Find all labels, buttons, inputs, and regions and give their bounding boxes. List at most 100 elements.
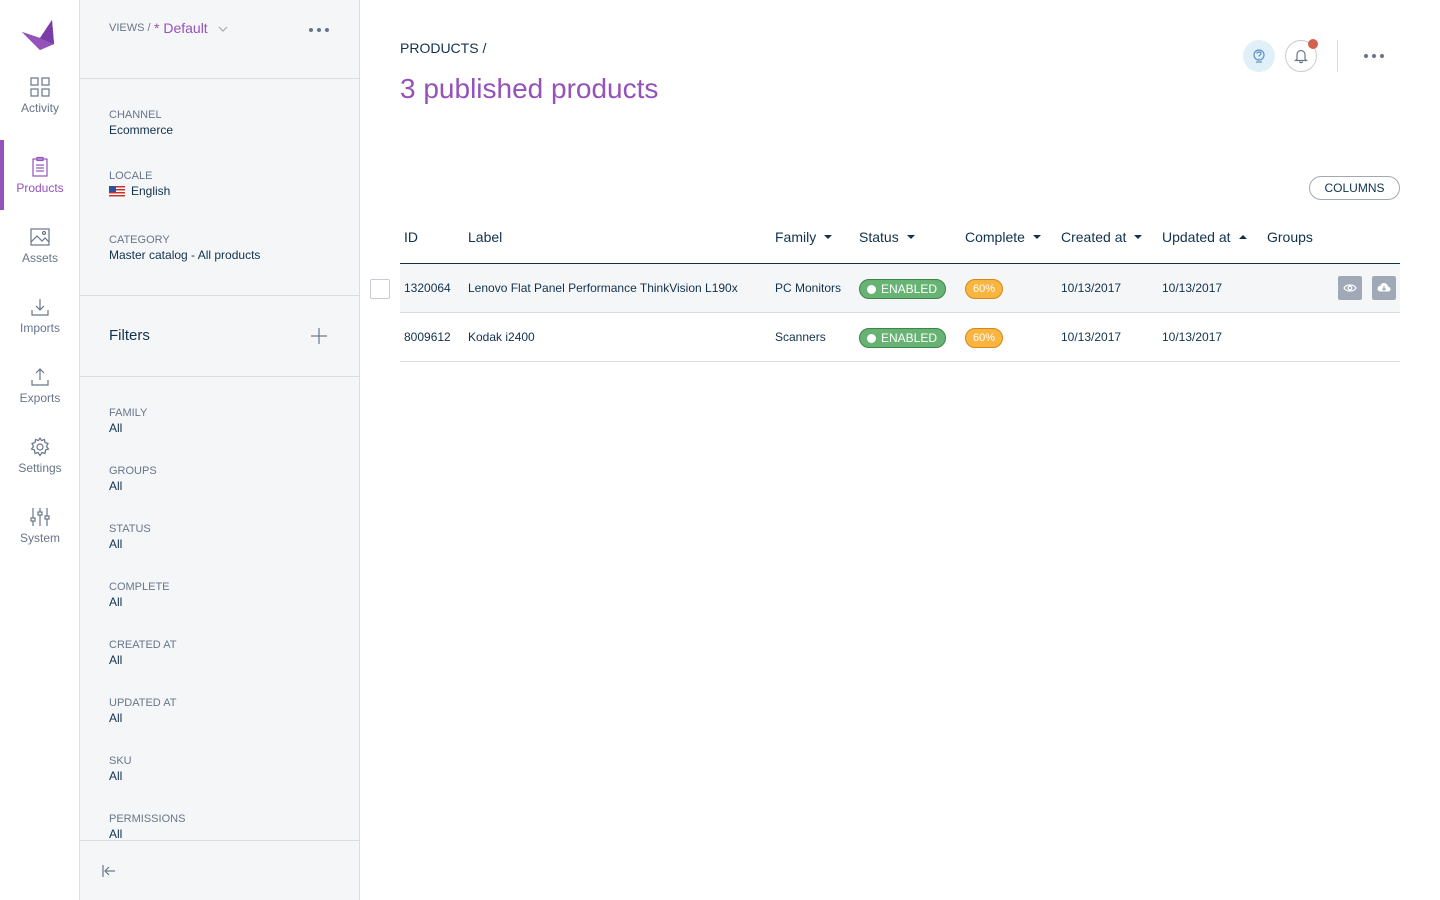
column-header-status[interactable]: Status [859,229,915,245]
cell-id: 8009612 [404,330,451,344]
views-value[interactable]: * Default [154,20,208,36]
filters-panel: VIEWS / * Default CHANNEL Ecommerce LOCA… [80,0,360,900]
nav-label: Activity [20,100,59,115]
dashboard-icon [30,76,50,97]
column-header-updated-at[interactable]: Updated at [1162,229,1247,245]
filter-label: STATUS [109,523,151,535]
channel-switcher[interactable]: CHANNEL Ecommerce [109,109,173,137]
filter-label: COMPLETE [109,581,170,593]
nav-item-system[interactable]: System [0,490,80,560]
channel-value: Ecommerce [109,123,174,137]
column-header-created-at[interactable]: Created at [1061,229,1143,245]
clipboard-icon [32,156,48,177]
cell-updated-at: 10/13/2017 [1162,281,1223,295]
column-label: Label [468,229,503,245]
chevron-down-icon[interactable] [218,24,228,34]
filter-value: All [109,711,123,725]
download-button[interactable] [1372,276,1396,300]
divider [1337,40,1338,72]
complete-badge: 60% [965,328,1004,348]
filter-updated-at[interactable]: UPDATED AT All [109,697,176,725]
status-dot [867,284,876,294]
add-filter-icon[interactable] [311,328,327,344]
nav-item-imports[interactable]: Imports [0,280,80,350]
filter-permissions[interactable]: PERMISSIONS All [109,813,185,841]
sort-down-icon [1032,235,1041,239]
locale-value-wrap: English [109,184,170,198]
nav-label: Imports [19,320,60,335]
notifications-button[interactable] [1285,39,1318,72]
filter-value: All [109,827,123,841]
filter-label: PERMISSIONS [109,813,186,825]
image-icon [30,227,50,246]
channel-label: CHANNEL [109,109,162,121]
more-options-icon[interactable] [1364,54,1384,58]
filter-value: All [109,421,123,435]
locale-label: LOCALE [109,170,153,182]
sliders-icon [30,507,50,526]
sort-down-icon [824,235,833,239]
category-switcher[interactable]: CATEGORY Master catalog - All products [109,234,260,262]
nav-item-products[interactable]: Products [0,140,80,210]
nav-label: Assets [21,250,58,265]
category-label: CATEGORY [109,234,170,246]
filter-complete[interactable]: COMPLETE All [109,581,170,609]
cell-created-at: 10/13/2017 [1061,281,1122,295]
column-header-groups[interactable]: Groups [1267,229,1313,245]
cell-family: Scanners [775,330,826,344]
status-badge: ENABLED [859,328,947,348]
views-selector[interactable]: VIEWS / * Default [80,0,359,79]
filter-created-at[interactable]: CREATED AT All [109,639,176,667]
nav-label: Products [16,180,64,195]
locale-value: English [131,184,171,198]
filters-title: Filters [109,327,150,344]
table-row[interactable]: 1320064 Lenovo Flat Panel Performance Th… [400,264,1400,313]
divider [80,840,359,841]
cell-updated-at: 10/13/2017 [1162,330,1223,344]
nav-item-assets[interactable]: Assets [0,210,80,280]
filter-value: All [109,537,123,551]
views-label: VIEWS / [109,22,151,34]
nav-item-activity[interactable]: Activity [0,60,80,130]
column-label: Complete [965,229,1025,245]
column-label: Family [775,229,817,245]
divider [80,376,359,377]
status-dot [867,333,876,343]
views-more-icon[interactable] [309,28,329,32]
filter-value: All [109,595,123,609]
column-header-complete[interactable]: Complete [965,229,1041,245]
filter-label: CREATED AT [109,639,177,651]
page-title: 3 published products [400,73,659,104]
cell-id: 1320064 [404,281,451,295]
nav-item-settings[interactable]: Settings [0,420,80,490]
akeneo-logo[interactable] [20,16,56,52]
cell-created-at: 10/13/2017 [1061,330,1122,344]
nav-label: Exports [19,390,61,405]
main-content: PRODUCTS / 3 published products COLUMNS … [360,0,1440,900]
row-select-checkbox[interactable] [370,279,390,299]
status-badge: ENABLED [859,279,947,299]
filter-status[interactable]: STATUS All [109,523,151,551]
help-button[interactable] [1243,40,1275,72]
nav-item-exports[interactable]: Exports [0,350,80,420]
filter-family[interactable]: FAMILY All [109,407,147,435]
columns-button[interactable]: COLUMNS [1309,176,1400,200]
main-navigation: Activity Products Assets Imports Exports… [0,0,80,900]
filter-label: SKU [109,755,132,767]
locale-switcher[interactable]: LOCALE English [109,170,170,198]
filter-groups[interactable]: GROUPS All [109,465,157,493]
column-header-id[interactable]: ID [404,229,418,245]
divider [80,295,359,296]
sort-up-icon [1238,235,1247,239]
column-label: Created at [1061,229,1127,245]
filter-sku[interactable]: SKU All [109,755,132,783]
view-product-button[interactable] [1338,276,1362,300]
help-icon [1253,49,1265,63]
column-header-label[interactable]: Label [468,229,502,245]
category-value: Master catalog - All products [109,248,261,262]
column-header-family[interactable]: Family [775,229,833,245]
breadcrumb[interactable]: PRODUCTS / [400,40,486,56]
table-row[interactable]: 8009612 Kodak i2400 Scanners ENABLED 60%… [400,313,1400,362]
collapse-panel-icon[interactable] [102,864,116,878]
status-text: ENABLED [881,331,938,345]
